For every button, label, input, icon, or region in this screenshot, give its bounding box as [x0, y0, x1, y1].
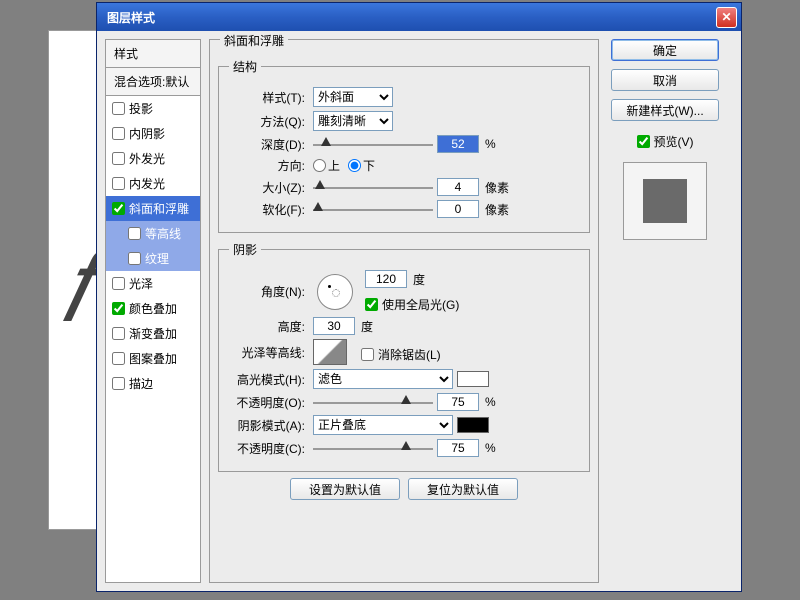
titlebar: 图层样式 ✕ — [97, 3, 741, 31]
altitude-label: 高度: — [229, 318, 309, 335]
gloss-contour-label: 光泽等高线: — [229, 344, 309, 361]
shadow-opacity-label: 不透明度(C): — [229, 440, 309, 457]
highlight-mode-select[interactable]: 滤色 — [313, 369, 453, 389]
style-label: 样式(T): — [229, 89, 309, 106]
highlight-opacity-label: 不透明度(O): — [229, 394, 309, 411]
soften-label: 软化(F): — [229, 201, 309, 218]
technique-select[interactable]: 雕刻清晰 — [313, 111, 393, 131]
new-style-button[interactable]: 新建样式(W)... — [611, 99, 719, 121]
shadow-opacity-input[interactable] — [437, 439, 479, 457]
set-default-button[interactable]: 设置为默认值 — [290, 478, 400, 500]
sidebar-item-contour[interactable]: 等高线 — [106, 221, 200, 246]
direction-down[interactable]: 下 — [348, 157, 375, 174]
shadow-mode-label: 阴影模式(A): — [229, 417, 309, 434]
highlight-opacity-input[interactable] — [437, 393, 479, 411]
bevel-emboss-panel: 斜面和浮雕 结构 样式(T): 外斜面 方法(Q): 雕刻清晰 深度(D): — [209, 39, 599, 583]
sidebar-item-stroke[interactable]: 描边 — [106, 371, 200, 396]
cancel-button[interactable]: 取消 — [611, 69, 719, 91]
size-input[interactable] — [437, 178, 479, 196]
depth-unit: % — [485, 137, 496, 151]
preview-swatch — [643, 179, 687, 223]
sidebar-item-inner-glow[interactable]: 内发光 — [106, 171, 200, 196]
angle-input[interactable] — [365, 270, 407, 288]
sidebar-item-bevel-emboss[interactable]: 斜面和浮雕 — [106, 196, 200, 221]
sidebar-item-color-overlay[interactable]: 颜色叠加 — [106, 296, 200, 321]
structure-legend: 结构 — [229, 58, 261, 75]
gloss-contour-picker[interactable] — [313, 339, 347, 365]
size-unit: 像素 — [485, 179, 509, 196]
sidebar-item-inner-shadow[interactable]: 内阴影 — [106, 121, 200, 146]
structure-group: 结构 样式(T): 外斜面 方法(Q): 雕刻清晰 深度(D): % — [218, 58, 590, 233]
sidebar-item-gradient-overlay[interactable]: 渐变叠加 — [106, 321, 200, 346]
angle-label: 角度(N): — [229, 283, 309, 300]
altitude-input[interactable] — [313, 317, 355, 335]
panel-title: 斜面和浮雕 — [220, 32, 288, 49]
soften-unit: 像素 — [485, 201, 509, 218]
shadow-opacity-slider[interactable] — [313, 440, 433, 456]
shading-group: 阴影 角度(N): 度 使用全局光(G) 高度: — [218, 241, 590, 472]
size-slider[interactable] — [313, 179, 433, 195]
sidebar-item-texture[interactable]: 纹理 — [106, 246, 200, 271]
size-label: 大小(Z): — [229, 179, 309, 196]
highlight-opacity-slider[interactable] — [313, 394, 433, 410]
style-select[interactable]: 外斜面 — [313, 87, 393, 107]
sidebar-item-pattern-overlay[interactable]: 图案叠加 — [106, 346, 200, 371]
technique-label: 方法(Q): — [229, 113, 309, 130]
layer-style-dialog: 图层样式 ✕ 样式 混合选项:默认 投影 内阴影 外发光 内发光 斜面和浮雕 等… — [96, 2, 742, 592]
blend-options-header[interactable]: 混合选项:默认 — [106, 68, 200, 96]
sidebar-item-outer-glow[interactable]: 外发光 — [106, 146, 200, 171]
direction-up[interactable]: 上 — [313, 157, 340, 174]
global-light-checkbox[interactable]: 使用全局光(G) — [365, 296, 459, 313]
reset-default-button[interactable]: 复位为默认值 — [408, 478, 518, 500]
styles-list: 样式 混合选项:默认 投影 内阴影 外发光 内发光 斜面和浮雕 等高线 纹理 光… — [105, 39, 201, 583]
depth-slider[interactable] — [313, 136, 433, 152]
highlight-color-swatch[interactable] — [457, 371, 489, 387]
soften-slider[interactable] — [313, 201, 433, 217]
sidebar-item-drop-shadow[interactable]: 投影 — [106, 96, 200, 121]
styles-header: 样式 — [106, 40, 200, 68]
depth-input[interactable] — [437, 135, 479, 153]
highlight-mode-label: 高光模式(H): — [229, 371, 309, 388]
shading-legend: 阴影 — [229, 241, 261, 258]
antialias-checkbox[interactable]: 消除锯齿(L) — [361, 346, 441, 363]
preview-checkbox[interactable]: 预览(V) — [637, 133, 694, 150]
preview-box — [623, 162, 707, 240]
soften-input[interactable] — [437, 200, 479, 218]
shadow-color-swatch[interactable] — [457, 417, 489, 433]
direction-label: 方向: — [229, 157, 309, 174]
window-title: 图层样式 — [107, 9, 155, 26]
close-icon[interactable]: ✕ — [716, 7, 737, 28]
angle-dial[interactable] — [317, 274, 353, 310]
ok-button[interactable]: 确定 — [611, 39, 719, 61]
sidebar-item-satin[interactable]: 光泽 — [106, 271, 200, 296]
depth-label: 深度(D): — [229, 136, 309, 153]
shadow-mode-select[interactable]: 正片叠底 — [313, 415, 453, 435]
